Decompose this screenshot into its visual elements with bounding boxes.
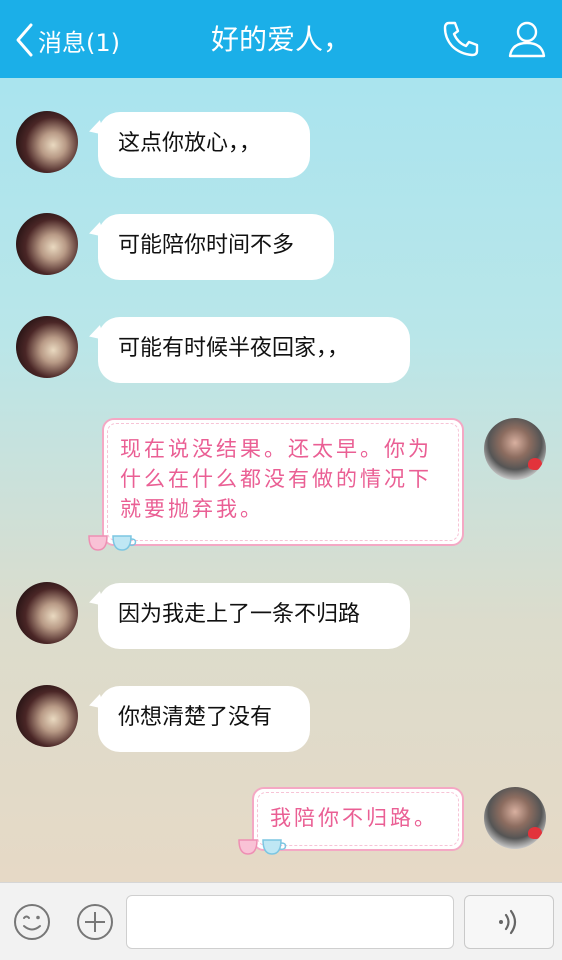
contact-avatar[interactable] [16,111,78,173]
message-bubble[interactable]: 你想清楚了没有 [98,686,310,752]
message-bubble[interactable]: 可能有时候半夜回家，， [98,317,410,383]
voice-button[interactable] [464,895,554,949]
input-bar [0,882,562,960]
plus-button[interactable] [75,902,115,942]
call-button[interactable] [440,18,482,60]
emoji-button[interactable] [12,902,52,942]
voice-wave-icon [499,909,517,935]
message-text: 这点你放心，， [118,131,262,156]
message-line: 就要抛弃我。 [120,497,264,521]
message-line: 什么在什么都没有做的情况下 [120,467,432,491]
plus-icon [77,904,113,940]
chat-header: 消息(1) 好的爱人， [0,0,562,78]
contact-avatar[interactable] [16,213,78,275]
contact-avatar[interactable] [16,316,78,378]
my-avatar[interactable] [484,418,546,480]
chat-screen: 消息(1) 好的爱人， 这点你放心，， 可能陪你时间不多 可能有时候半夜回家，，… [0,0,562,960]
message-line: 现在说没结果。还太早。你为 [120,437,432,461]
message-text: 可能陪你时间不多 [118,233,295,258]
teacups-decoration-icon [86,530,140,554]
chevron-left-icon [16,23,33,57]
contact-avatar[interactable] [16,685,78,747]
my-message-bubble[interactable]: 现在说没结果。还太早。你为 什么在什么都没有做的情况下 就要抛弃我。 [102,418,464,546]
smiley-icon [14,904,50,940]
teacups-decoration-icon [236,834,290,858]
message-line: 我陪你不归路。 [270,806,438,830]
message-bubble[interactable]: 可能陪你时间不多 [98,214,334,280]
person-icon [508,21,546,58]
message-bubble[interactable]: 因为我走上了一条不归路 [98,583,410,649]
back-button[interactable]: 消息(1) [14,20,120,60]
message-input[interactable] [126,895,454,949]
phone-icon [443,21,479,57]
my-avatar[interactable] [484,787,546,849]
message-text: 可能有时候半夜回家，， [118,336,350,361]
back-label: 消息(1) [38,28,120,57]
profile-button[interactable] [506,18,548,60]
contact-avatar[interactable] [16,582,78,644]
page-title: 好的爱人， [210,23,351,56]
message-bubble[interactable]: 这点你放心，， [98,112,310,178]
message-text: 因为我走上了一条不归路 [118,602,361,627]
message-text: 你想清楚了没有 [118,705,273,730]
